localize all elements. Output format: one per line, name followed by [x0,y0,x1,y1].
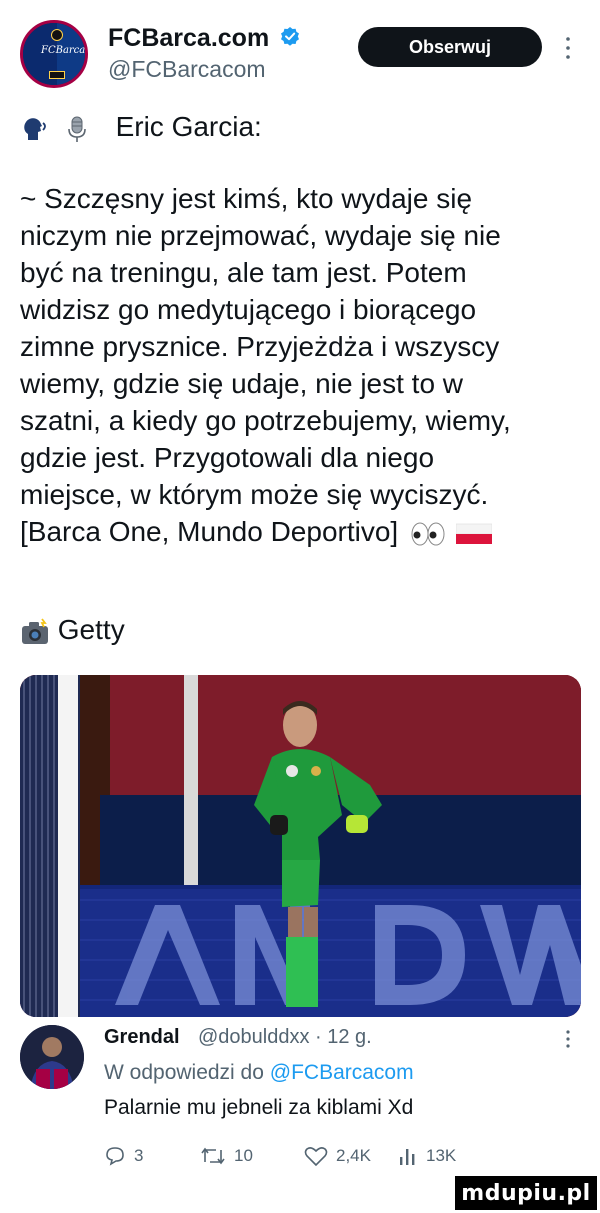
follow-button[interactable]: Obserwuj [358,27,542,67]
views-action[interactable]: 13K [398,1145,456,1167]
reply-prefix: W odpowiedzi do [104,1061,270,1084]
reply-display-name[interactable]: Grendal [104,1026,180,1049]
author-avatar[interactable]: FCBarca [20,20,88,88]
reply-icon [106,1147,124,1166]
views-count: 13K [426,1146,457,1165]
retweet-count: 10 [234,1146,253,1165]
tweet-line: szatni, a kiedy go potrzebujemy, wiemy, [20,405,511,436]
verified-badge-icon [281,27,299,46]
author-display-name[interactable]: FCBarca.com [108,24,269,53]
tweet-line: miejsce, w którym może się wyciszyć. [20,479,489,510]
camera-flash-icon [22,618,48,644]
goalkeeper-photo [20,675,581,1017]
tweet-line: zimne prysznice. Przyjeżdża i wszyscy [20,331,500,362]
views-chart-icon [400,1149,415,1165]
replying-to: W odpowiedzi do @FCBarcacom [104,1061,414,1085]
photo-credit: Getty [57,614,125,645]
tweet-line: gdzie jest. Przygotowali dla niego [20,442,435,473]
tweet-line: niczym nie przejmować, wydaje się nie [20,220,501,251]
tweet-photo[interactable] [20,675,581,1017]
reply-count: 3 [134,1146,144,1165]
poland-flag-icon [455,523,492,544]
speaker-line: Eric Garcia: [20,108,580,145]
like-count: 2,4K [336,1146,371,1165]
site-watermark: mdupiu.pl [455,1176,597,1210]
reply-avatar[interactable] [20,1025,84,1089]
retweet-action[interactable]: 10 [200,1145,253,1167]
tweet-line: wiemy, gdzie się udaje, nie jest to w [20,368,464,399]
author-handle[interactable]: @FCBarcacom [108,56,266,83]
reply-text: Palarnie mu jebneli za kiblami Xd [104,1096,414,1119]
speaker-name: Eric Garcia: [115,111,262,142]
photo-credit-line: Getty [20,611,580,648]
reply-meta[interactable]: @dobulddxx · 12 g. [198,1026,372,1049]
reply-actions: 3 10 2,4K 13K [104,1145,504,1175]
tweet-line: ~ Szczęsny jest kimś, kto wydaje się [20,183,473,214]
tweet-header: FCBarca FCBarca.com @FCBarcacom Obserwuj [0,0,600,100]
tweet-line: widzisz go medytującego i biorącego [20,294,477,325]
like-action[interactable]: 2,4K [304,1145,371,1167]
retweet-icon [201,1147,225,1165]
tweet-line: być na treningu, ale tam jest. Potem [20,257,467,288]
reply-action[interactable]: 3 [104,1145,143,1167]
speaking-head-icon [24,117,46,140]
heart-icon [304,1147,328,1167]
reply-mention-link[interactable]: @FCBarcacom [270,1061,414,1084]
tweet-line-last: [Barca One, Mundo Deportivo] [20,513,580,550]
eyes-icon [411,522,445,546]
reply-more-options-icon[interactable] [564,1028,572,1050]
more-options-icon[interactable] [564,34,572,62]
microphone-icon [67,116,86,142]
tweet-body: ~ Szczęsny jest kimś, kto wydaje się nic… [20,180,580,550]
source-citation: [Barca One, Mundo Deportivo] [20,516,399,547]
